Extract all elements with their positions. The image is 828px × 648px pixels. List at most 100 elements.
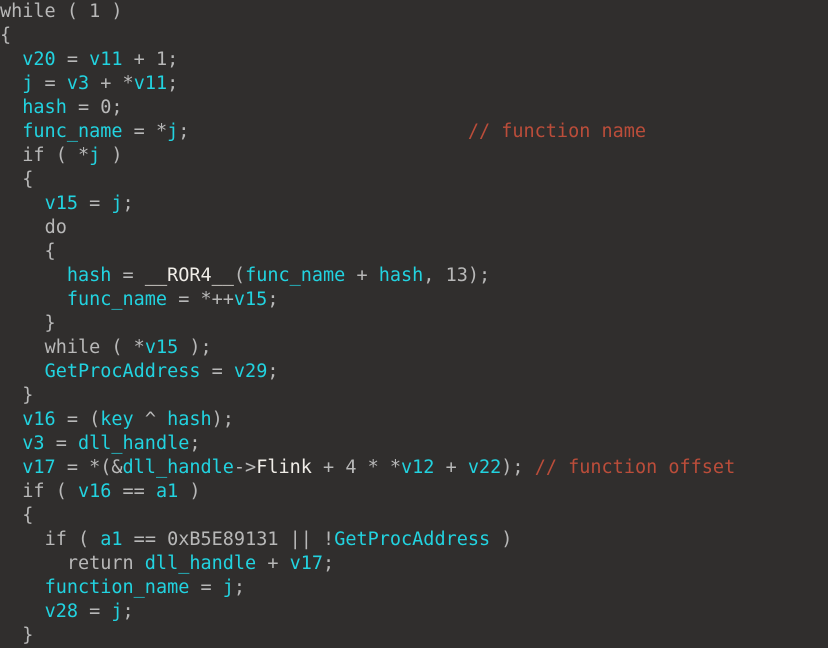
code-line[interactable]: if ( v16 == a1 ) <box>0 480 828 504</box>
code-line[interactable]: j = v3 + *v11; <box>0 72 828 96</box>
code-token-plain: = <box>111 265 145 286</box>
code-token-plain: -> <box>233 457 257 478</box>
code-token-plain: = <box>77 193 112 214</box>
code-token-plain: ( <box>55 1 90 22</box>
code-token-plain: + <box>434 457 468 478</box>
code-token-var: v17 <box>22 457 56 478</box>
code-line[interactable]: GetProcAddress = v29; <box>0 360 828 384</box>
code-token-num: 13 <box>445 265 468 286</box>
code-token-plain: } <box>0 385 34 406</box>
code-token-plain: ; <box>122 601 134 622</box>
code-token-var: v15 <box>233 289 268 310</box>
code-token-var: hash <box>66 265 112 286</box>
code-line[interactable]: hash = 0; <box>0 96 828 120</box>
code-editor-pane[interactable]: while ( 1 ){ v20 = v11 + 1; j = v3 + *v1… <box>0 0 828 648</box>
code-line[interactable]: { <box>0 168 828 192</box>
code-token-plain: ( <box>44 481 78 502</box>
code-token-var: v11 <box>133 73 168 94</box>
code-line[interactable]: func_name = *++v15; <box>0 288 828 312</box>
code-token-member: Flink <box>256 457 312 478</box>
code-line[interactable]: while ( 1 ) <box>0 0 828 24</box>
code-line[interactable]: { <box>0 504 828 528</box>
code-token-plain: ; <box>323 553 335 574</box>
code-line[interactable]: v15 = j; <box>0 192 828 216</box>
code-token-var: v12 <box>401 457 435 478</box>
code-line[interactable]: } <box>0 384 828 408</box>
code-line[interactable]: v28 = j; <box>0 600 828 624</box>
code-token-kw: if <box>22 145 45 166</box>
code-line[interactable]: v20 = v11 + 1; <box>0 48 828 72</box>
code-line[interactable]: do <box>0 216 828 240</box>
code-line[interactable]: function_name = j; <box>0 576 828 600</box>
code-token-var: a1 <box>155 481 179 502</box>
code-token-plain: || ! <box>278 529 335 550</box>
code-token-plain: = <box>200 361 234 382</box>
code-token-var: v15 <box>144 337 179 358</box>
code-line[interactable]: v16 = (key ^ hash); <box>0 408 828 432</box>
code-token-var: dll_handle <box>77 433 190 454</box>
code-line[interactable]: v17 = *(&dll_handle->Flink + 4 * *v12 + … <box>0 456 828 480</box>
code-token-plain: } <box>0 313 56 334</box>
code-token-plain: = <box>189 577 223 598</box>
code-token-var: j <box>111 193 123 214</box>
code-token-plain: ); <box>501 457 524 478</box>
code-token-var: v22 <box>467 457 502 478</box>
code-line[interactable]: } <box>0 624 828 648</box>
code-token-num: 1 <box>155 49 168 70</box>
code-token-plain: ) <box>100 145 123 166</box>
code-token-var: v16 <box>77 481 112 502</box>
code-token-plain: ; <box>267 289 279 310</box>
code-line[interactable]: if ( a1 == 0xB5E89131 || !GetProcAddress… <box>0 528 828 552</box>
code-line[interactable]: return dll_handle + v17; <box>0 552 828 576</box>
code-token-plain: ) <box>490 529 513 550</box>
code-token-var: hash <box>22 97 67 118</box>
code-token-kw: if <box>22 481 45 502</box>
code-token-var: GetProcAddress <box>334 529 491 550</box>
code-token-var: dll_handle <box>122 457 234 478</box>
comment-spacer <box>524 457 535 478</box>
code-token-kw: if <box>44 529 67 550</box>
code-line[interactable]: { <box>0 24 828 48</box>
code-line[interactable]: hash = __ROR4__(func_name + hash, 13); <box>0 264 828 288</box>
code-token-plain: = *++ <box>167 289 234 310</box>
code-token-num: 4 <box>345 457 357 478</box>
code-line[interactable]: v3 = dll_handle; <box>0 432 828 456</box>
code-token-plain: ; <box>167 73 179 94</box>
code-token-var: j <box>222 577 234 598</box>
code-line[interactable]: if ( *j ) <box>0 144 828 168</box>
code-token-plain: ; <box>233 577 246 598</box>
code-line[interactable]: func_name = *j; // function name <box>0 120 828 144</box>
code-line[interactable]: while ( *v15 ); <box>0 336 828 360</box>
code-token-plain: } <box>0 625 34 646</box>
code-token-var: hash <box>167 409 212 430</box>
code-token-plain: { <box>0 169 34 190</box>
code-token-plain: { <box>0 241 56 262</box>
code-token-var: func_name <box>245 265 346 286</box>
code-token-var: key <box>100 409 134 430</box>
code-token-num: 0 <box>100 97 112 118</box>
code-token-plain: ( * <box>100 337 145 358</box>
code-token-var: a1 <box>100 529 123 550</box>
code-line[interactable]: } <box>0 312 828 336</box>
code-token-kw: do <box>44 217 67 238</box>
code-line[interactable]: { <box>0 240 828 264</box>
code-token-plain: = <box>77 601 112 622</box>
code-token-var: function_name <box>44 577 190 598</box>
code-token-var: v11 <box>89 49 123 70</box>
code-token-plain: { <box>0 505 34 526</box>
code-token-var: v16 <box>22 409 56 430</box>
code-token-plain: = *(& <box>55 457 123 478</box>
code-token-var: j <box>167 121 179 142</box>
